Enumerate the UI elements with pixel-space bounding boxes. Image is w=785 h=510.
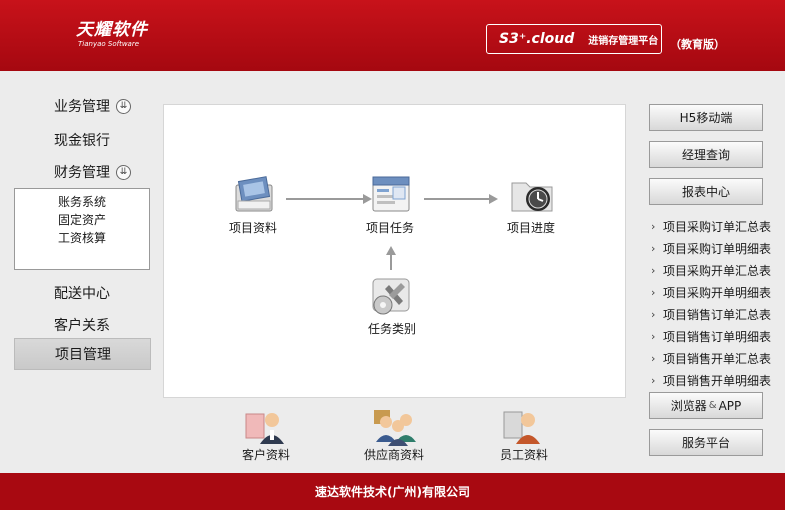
finance-submenu: 账务系统 固定资产 工资核算 bbox=[14, 188, 150, 270]
report-link-label: 项目销售订单汇总表 bbox=[663, 308, 772, 322]
report-link-label: 项目采购订单汇总表 bbox=[663, 220, 772, 234]
employee-data-label[interactable]: 员工资料 bbox=[479, 446, 569, 463]
nav-project-management[interactable]: 项目管理 bbox=[14, 338, 151, 370]
report-link[interactable]: › 项目销售订单明细表 bbox=[651, 328, 771, 345]
chevron-right-icon: › bbox=[651, 286, 656, 299]
submenu-item-accounting[interactable]: 账务系统 bbox=[15, 193, 149, 210]
submenu-item-payroll[interactable]: 工资核算 bbox=[15, 229, 149, 246]
report-center-button[interactable]: 报表中心 bbox=[649, 178, 763, 205]
supplier-data-label[interactable]: 供应商资料 bbox=[349, 446, 439, 463]
clock-folder-icon[interactable] bbox=[508, 171, 556, 217]
edition-label: （教育版） bbox=[670, 38, 725, 51]
product-badge: S3⁺.cloud 进销存管理平台 bbox=[486, 24, 662, 54]
report-link-label: 项目采购订单明细表 bbox=[663, 242, 772, 256]
nav-cash-bank[interactable]: 现金银行 bbox=[54, 130, 110, 150]
report-link[interactable]: › 项目采购订单汇总表 bbox=[651, 218, 771, 235]
h5-mobile-button[interactable]: H5移动端 bbox=[649, 104, 763, 131]
manager-query-button[interactable]: 经理查询 bbox=[649, 141, 763, 168]
product-description: 进销存管理平台 bbox=[588, 35, 659, 47]
report-link-label: 项目销售开单明细表 bbox=[663, 374, 772, 388]
nav-business-management[interactable]: 业务管理 ⇊ bbox=[54, 96, 131, 116]
double-chevron-down-icon[interactable]: ⇊ bbox=[116, 164, 131, 180]
project-progress-label[interactable]: 项目进度 bbox=[491, 219, 571, 236]
nav-label: 业务管理 bbox=[54, 99, 110, 115]
nav-label: 项目管理 bbox=[55, 347, 111, 363]
footer-bar: 速达软件技术(广州)有限公司 bbox=[0, 473, 785, 510]
project-task-label[interactable]: 项目任务 bbox=[350, 219, 430, 236]
logo: 天耀软件 Tianyao Software bbox=[76, 20, 148, 49]
chevron-right-icon: › bbox=[651, 242, 656, 255]
logo-text-cn: 天耀软件 bbox=[76, 20, 148, 40]
ampersand-label: & bbox=[708, 400, 717, 411]
nav-label: 财务管理 bbox=[54, 165, 110, 181]
chevron-right-icon: › bbox=[651, 264, 656, 277]
logo-text-en: Tianyao Software bbox=[78, 40, 140, 48]
submenu-item-fixed-assets[interactable]: 固定资产 bbox=[15, 211, 149, 228]
report-link[interactable]: › 项目销售开单汇总表 bbox=[651, 350, 771, 367]
nav-finance-management[interactable]: 财务管理 ⇊ bbox=[54, 162, 131, 182]
nav-label: 客户关系 bbox=[54, 318, 110, 334]
chevron-right-icon: › bbox=[651, 374, 656, 387]
chevron-right-icon: › bbox=[651, 330, 656, 343]
task-category-label[interactable]: 任务类别 bbox=[352, 320, 432, 337]
report-link[interactable]: › 项目销售订单汇总表 bbox=[651, 306, 771, 323]
report-link-label: 项目采购开单汇总表 bbox=[663, 264, 772, 278]
tools-gear-icon[interactable] bbox=[367, 273, 415, 319]
report-link-label: 项目采购开单明细表 bbox=[663, 286, 772, 300]
company-name: 速达软件技术(广州)有限公司 bbox=[315, 485, 470, 499]
report-link[interactable]: › 项目销售开单明细表 bbox=[651, 372, 771, 389]
project-task-icon[interactable] bbox=[367, 171, 415, 217]
chevron-right-icon: › bbox=[651, 352, 656, 365]
report-link-label: 项目销售开单汇总表 bbox=[663, 352, 772, 366]
nav-delivery-center[interactable]: 配送中心 bbox=[54, 283, 110, 303]
report-link[interactable]: › 项目采购订单明细表 bbox=[651, 240, 771, 257]
project-data-icon[interactable] bbox=[230, 171, 278, 217]
browser-app-button[interactable]: 浏览器 & APP bbox=[649, 392, 763, 419]
double-chevron-down-icon[interactable]: ⇊ bbox=[116, 98, 131, 114]
nav-label: 配送中心 bbox=[54, 286, 110, 302]
nav-customer-relations[interactable]: 客户关系 bbox=[54, 315, 110, 335]
report-link[interactable]: › 项目采购开单明细表 bbox=[651, 284, 771, 301]
workflow-panel: 项目资料 项目任务 项目进度 任务类别 bbox=[163, 104, 626, 398]
chevron-right-icon: › bbox=[651, 308, 656, 321]
customer-data-label[interactable]: 客户资料 bbox=[221, 446, 311, 463]
report-link-label: 项目销售订单明细表 bbox=[663, 330, 772, 344]
product-name: S3⁺.cloud bbox=[499, 31, 575, 47]
browser-label: 浏览器 bbox=[670, 399, 707, 413]
nav-label: 现金银行 bbox=[54, 133, 110, 149]
app-label: APP bbox=[718, 398, 742, 413]
project-data-label[interactable]: 项目资料 bbox=[213, 219, 293, 236]
chevron-right-icon: › bbox=[651, 220, 656, 233]
report-link[interactable]: › 项目采购开单汇总表 bbox=[651, 262, 771, 279]
header-bar: 天耀软件 Tianyao Software S3⁺.cloud 进销存管理平台 … bbox=[0, 0, 785, 71]
workflow-arrows bbox=[286, 194, 498, 270]
service-platform-button[interactable]: 服务平台 bbox=[649, 429, 763, 456]
